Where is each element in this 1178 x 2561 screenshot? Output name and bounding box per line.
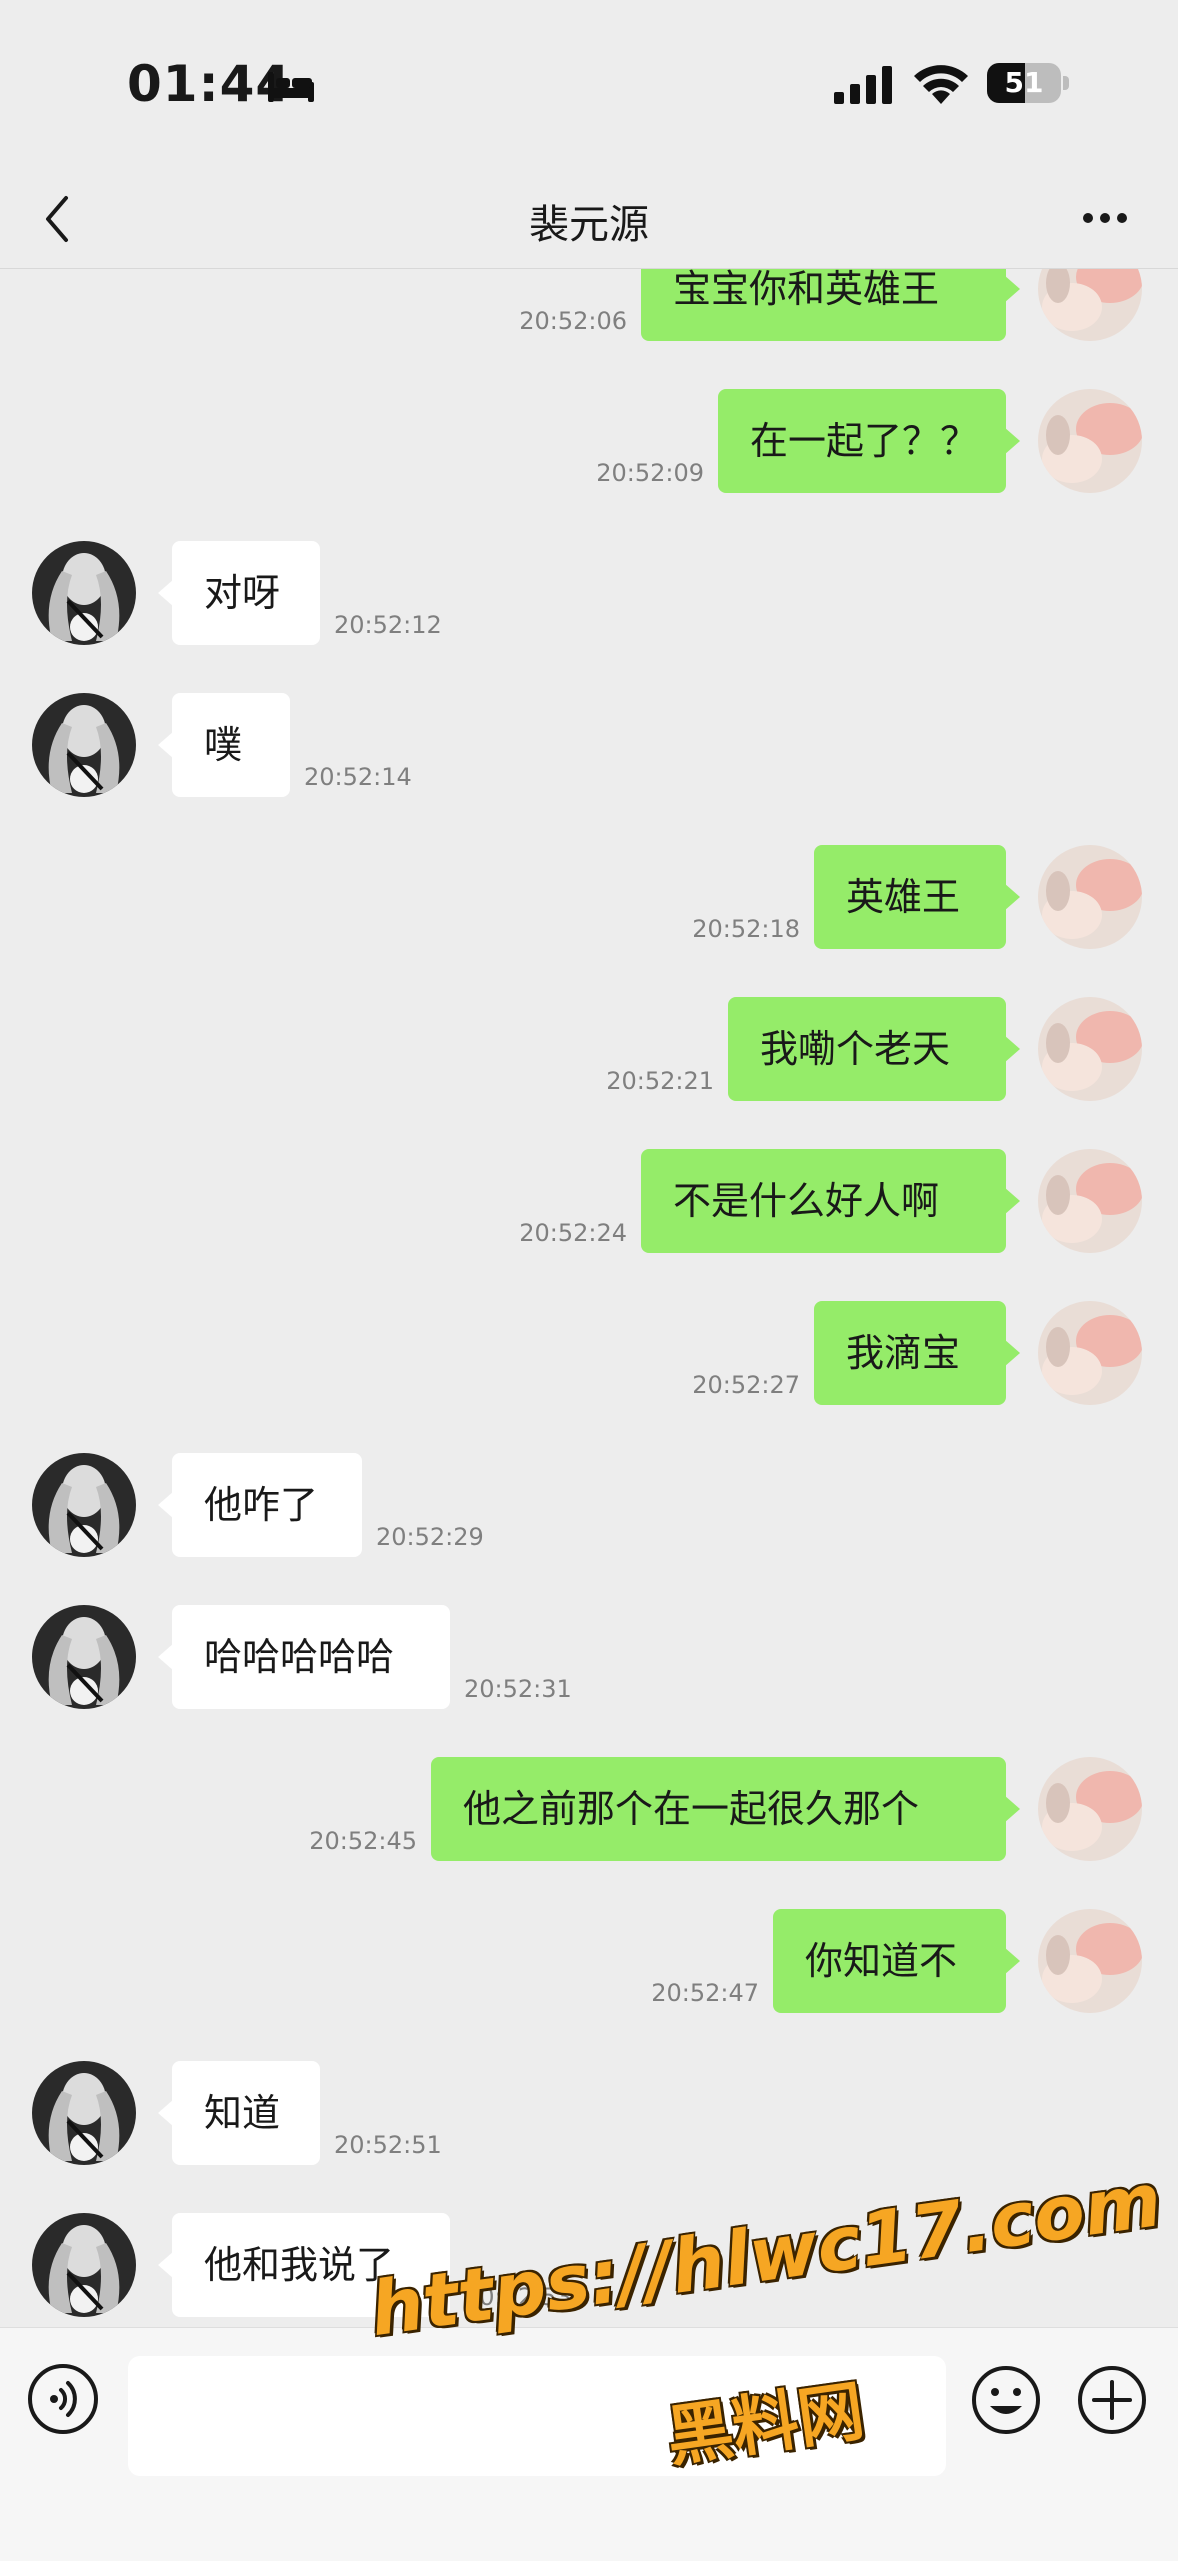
message-bubble[interactable]: 知道 [158, 2061, 320, 2165]
message-row-sent: 不是什么好人啊 20:52:24 [0, 1149, 1178, 1259]
message-timestamp: 20:52:09 [596, 459, 704, 487]
message-row-sent: 英雄王 20:52:18 [0, 845, 1178, 955]
bed-icon [268, 72, 314, 102]
voice-icon [50, 2381, 77, 2417]
message-bubble[interactable]: 我嘞个老天 [728, 997, 1020, 1101]
message-timestamp: 20:52:27 [692, 1371, 800, 1399]
message-timestamp: 20:52:31 [464, 1675, 572, 1703]
message-input[interactable] [128, 2356, 946, 2476]
message-bubble[interactable]: 他咋了 [158, 1453, 362, 1557]
contact-avatar[interactable] [32, 1453, 136, 1557]
message-bubble[interactable]: 我滴宝 [814, 1301, 1020, 1405]
message-row-received: 他和我说了 20:52:53 [0, 2213, 1178, 2323]
message-timestamp: 20:52:29 [376, 1523, 484, 1551]
message-timestamp: 20:52:24 [519, 1219, 627, 1247]
chat-header: 裴元源 [0, 170, 1178, 269]
my-avatar[interactable] [1038, 1757, 1142, 1861]
message-timestamp: 20:52:18 [692, 915, 800, 943]
message-bubble[interactable]: 他之前那个在一起很久那个 [431, 1757, 1020, 1861]
message-row-sent: 在一起了？？ 20:52:09 [0, 389, 1178, 499]
message-row-received: 对呀 20:52:12 [0, 541, 1178, 651]
message-timestamp: 20:52:45 [309, 1827, 417, 1855]
plus-icon[interactable] [1076, 2364, 1148, 2436]
my-avatar[interactable] [1038, 1301, 1142, 1405]
contact-avatar[interactable] [32, 541, 136, 645]
message-timestamp: 20:52:14 [304, 763, 412, 791]
message-row-sent: 我嘞个老天 20:52:21 [0, 997, 1178, 1107]
message-row-received: 噗 20:52:14 [0, 693, 1178, 803]
message-bubble[interactable]: 对呀 [158, 541, 320, 645]
message-bubble[interactable]: 你知道不 [773, 1909, 1020, 2013]
battery-percent: 51 [1004, 66, 1044, 99]
my-avatar[interactable] [1038, 389, 1142, 493]
emoji-icon[interactable] [970, 2364, 1042, 2436]
my-avatar[interactable] [1038, 269, 1142, 341]
contact-avatar[interactable] [32, 693, 136, 797]
message-timestamp: 20:52:47 [651, 1979, 759, 2007]
my-avatar[interactable] [1038, 845, 1142, 949]
wifi-icon [914, 65, 968, 104]
message-bubble[interactable]: 哈哈哈哈哈 [158, 1605, 450, 1709]
input-bar [0, 2327, 1178, 2561]
message-bubble[interactable]: 不是什么好人啊 [641, 1149, 1020, 1253]
message-row-sent: 我滴宝 20:52:27 [0, 1301, 1178, 1411]
contact-avatar[interactable] [32, 2213, 136, 2317]
my-avatar[interactable] [1038, 1149, 1142, 1253]
message-row-received: 哈哈哈哈哈 20:52:31 [0, 1605, 1178, 1715]
contact-avatar[interactable] [32, 2061, 136, 2165]
contact-avatar[interactable] [32, 1605, 136, 1709]
message-row-sent: 你知道不 20:52:47 [0, 1909, 1178, 2019]
more-options-icon[interactable] [1080, 206, 1130, 230]
message-row-received: 他咋了 20:52:29 [0, 1453, 1178, 1563]
message-timestamp: 20:52:21 [606, 1067, 714, 1095]
message-row-received: 知道 20:52:51 [0, 2061, 1178, 2171]
voice-input-button[interactable] [28, 2364, 98, 2434]
message-timestamp: 20:52:06 [519, 307, 627, 335]
message-timestamp: 20:52:12 [334, 611, 442, 639]
contact-name[interactable]: 裴元源 [0, 192, 1178, 250]
cellular-signal-icon [834, 66, 892, 104]
status-bar: 01:44 51 [0, 0, 1178, 170]
battery-indicator: 51 [987, 63, 1069, 103]
message-bubble[interactable]: 英雄王 [814, 845, 1020, 949]
message-bubble[interactable]: 噗 [158, 693, 290, 797]
message-bubble[interactable]: 宝宝你和英雄王 [641, 269, 1020, 341]
my-avatar[interactable] [1038, 1909, 1142, 2013]
message-timestamp: 20:52:53 [464, 2283, 572, 2311]
message-bubble[interactable]: 他和我说了 [158, 2213, 450, 2317]
message-row-sent: 宝宝你和英雄王 20:52:06 [0, 269, 1178, 347]
message-bubble[interactable]: 在一起了？？ [718, 389, 1020, 493]
message-timestamp: 20:52:51 [334, 2131, 442, 2159]
message-list[interactable]: 宝宝你和英雄王 20:52:06 在一起了？？ 20:52:09 对呀 20:52:12 噗… [0, 269, 1178, 2327]
my-avatar[interactable] [1038, 997, 1142, 1101]
message-row-sent: 他之前那个在一起很久那个 20:52:45 [0, 1757, 1178, 1867]
